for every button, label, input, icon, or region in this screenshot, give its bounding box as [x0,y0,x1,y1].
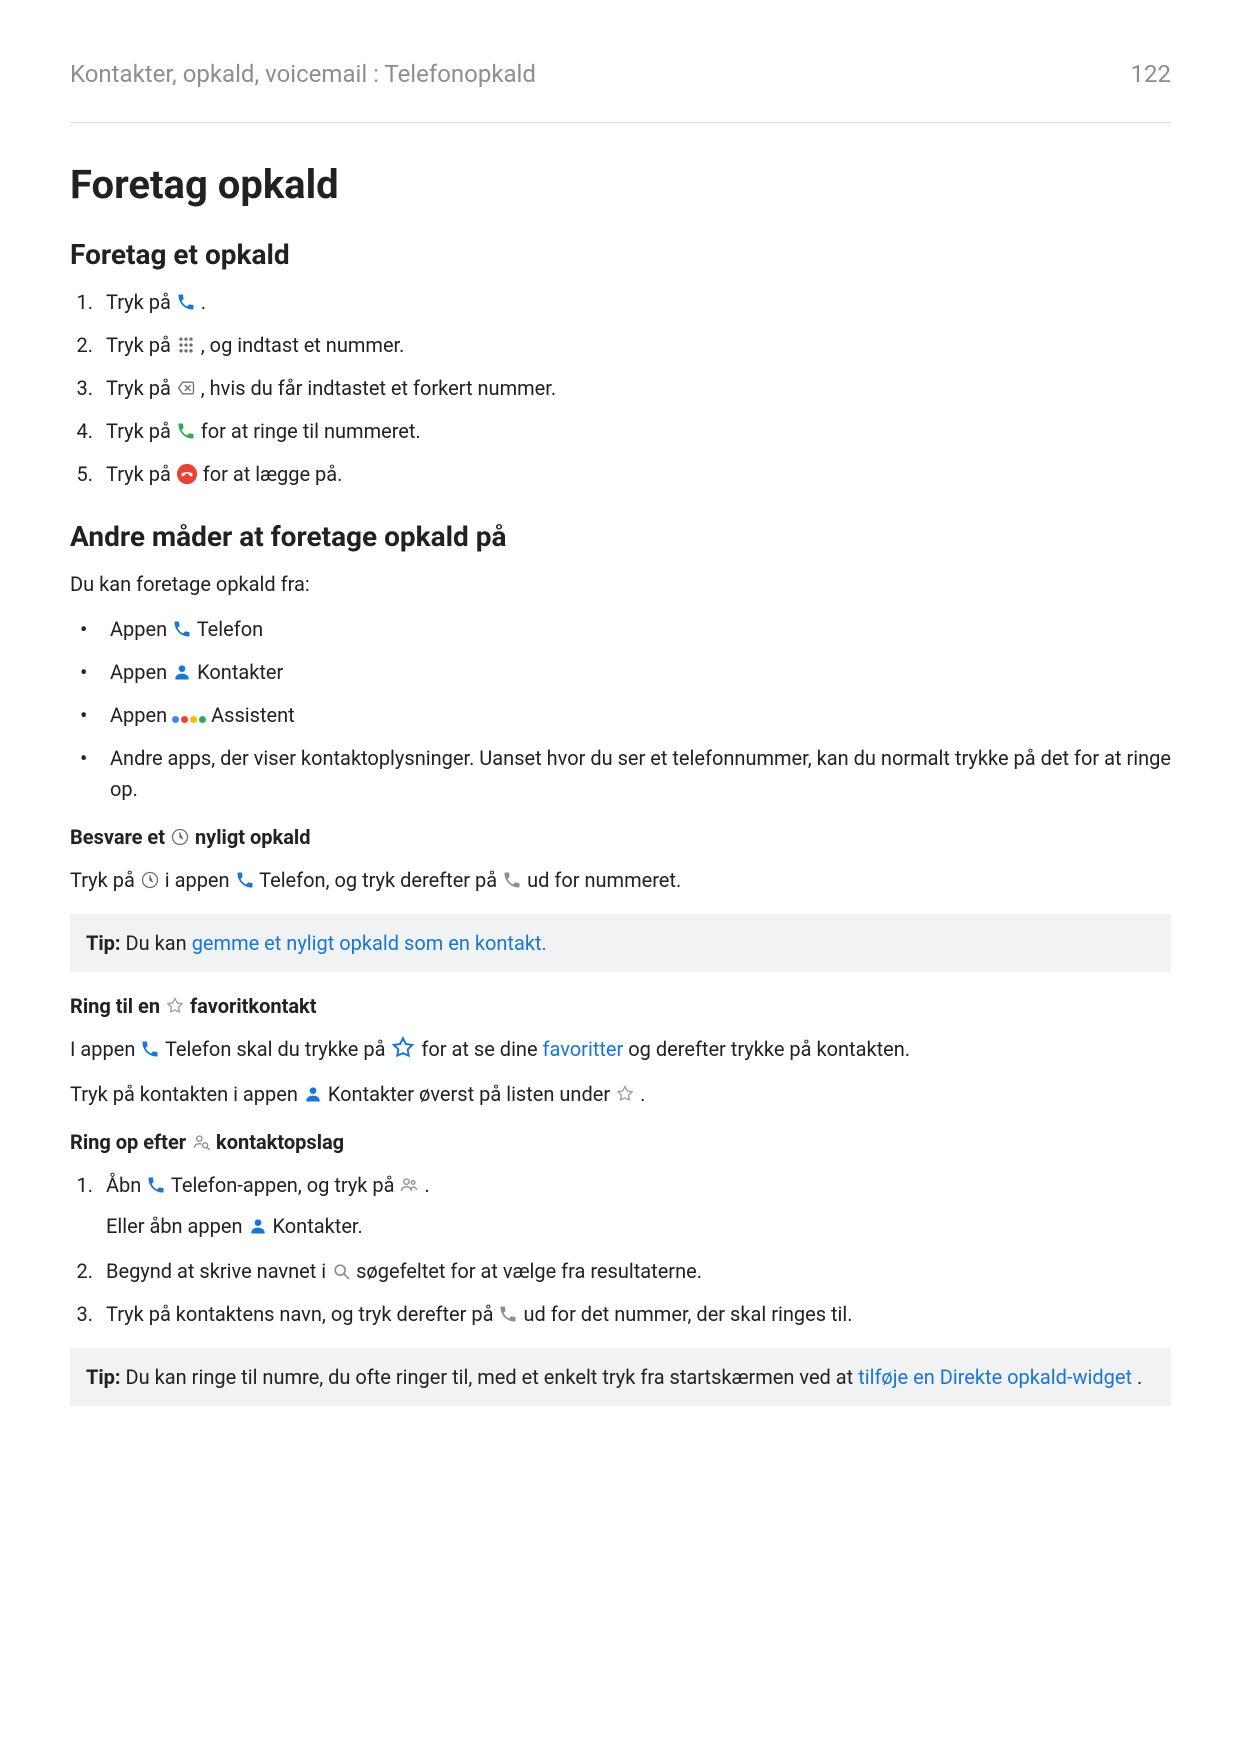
clock-icon [170,827,190,847]
tip-label: Tip: [86,931,121,955]
phone-icon [235,870,255,890]
section-foretag-et-opkald: Foretag et opkald [70,238,1171,271]
subheading-contact-search: Ring op efter kontaktopslag [70,1130,1171,1154]
make-call-steps: Tryk på . Tryk på , og indtast et nummer… [70,287,1171,490]
star-outline-icon [615,1084,635,1104]
list-item: Tryk på , hvis du får indtastet et forke… [98,373,1171,404]
tip-box: Tip: Du kan gemme et nyligt opkald som e… [70,914,1171,972]
list-item: Tryk på . [98,287,1171,318]
contacts-icon [248,1216,268,1236]
page-header: Kontakter, opkald, voicemail : Telefonop… [70,60,1171,123]
section-andre-mader: Andre måder at foretage opkald på [70,520,1171,553]
hangup-icon [176,463,198,485]
assistant-icon [172,716,206,723]
person-search-icon [191,1132,211,1152]
favorite-instruction-1: I appen Telefon skal du trykke på for at… [70,1034,1171,1065]
subheading-recent-call: Besvare et nyligt opkald [70,825,1171,849]
clock-icon [140,870,160,890]
list-item: Appen Telefon [98,614,1171,645]
list-item: Begynd at skrive navnet i søgefeltet for… [98,1256,1171,1287]
recent-call-instruction: Tryk på i appen Telefon, og tryk derefte… [70,865,1171,896]
call-grey-icon [498,1304,518,1324]
tip-label: Tip: [86,1365,121,1389]
favorite-instruction-2: Tryk på kontakten i appen Kontakter øver… [70,1079,1171,1110]
other-ways-list: Appen Telefon Appen Kontakter Appen Assi… [70,614,1171,805]
star-outline-icon [165,996,185,1016]
phone-icon [176,292,196,312]
list-item: Andre apps, der viser kontaktoplysninger… [98,743,1171,805]
call-grey-icon [502,870,522,890]
dialpad-icon [176,335,196,355]
star-blue-icon [390,1035,416,1061]
contacts-tab-icon [399,1175,419,1195]
intro-text: Du kan foretage opkald fra: [70,569,1171,600]
list-item: Tryk på , og indtast et nummer. [98,330,1171,361]
contacts-icon [172,662,192,682]
subheading-favorite: Ring til en favoritkontakt [70,994,1171,1018]
list-item: Tryk på for at lægge på. [98,459,1171,490]
phone-icon [172,619,192,639]
search-icon [331,1261,351,1281]
list-item: Tryk på for at ringe til nummeret. [98,416,1171,447]
phone-icon [140,1039,160,1059]
link-add-direct-call-widget[interactable]: tilføje en Direkte opkald-widget [858,1365,1132,1389]
contacts-icon [303,1084,323,1104]
backspace-icon [176,378,196,398]
list-item: Appen Assistent [98,700,1171,731]
link-favorites[interactable]: favoritter [543,1037,624,1061]
phone-icon [146,1175,166,1195]
page-number: 122 [1131,60,1171,88]
link-save-recent-as-contact[interactable]: gemme et nyligt opkald som en kontakt. [192,931,547,955]
tip-box: Tip: Du kan ringe til numre, du ofte rin… [70,1348,1171,1406]
list-item: Appen Kontakter [98,657,1171,688]
list-item: Åbn Telefon-appen, og tryk på . Eller åb… [98,1170,1171,1242]
list-item: Tryk på kontaktens navn, og tryk derefte… [98,1299,1171,1330]
contact-search-steps: Åbn Telefon-appen, og tryk på . Eller åb… [70,1170,1171,1330]
breadcrumb: Kontakter, opkald, voicemail : Telefonop… [70,60,536,88]
call-icon [176,421,196,441]
page-title: Foretag opkald [70,161,1171,208]
